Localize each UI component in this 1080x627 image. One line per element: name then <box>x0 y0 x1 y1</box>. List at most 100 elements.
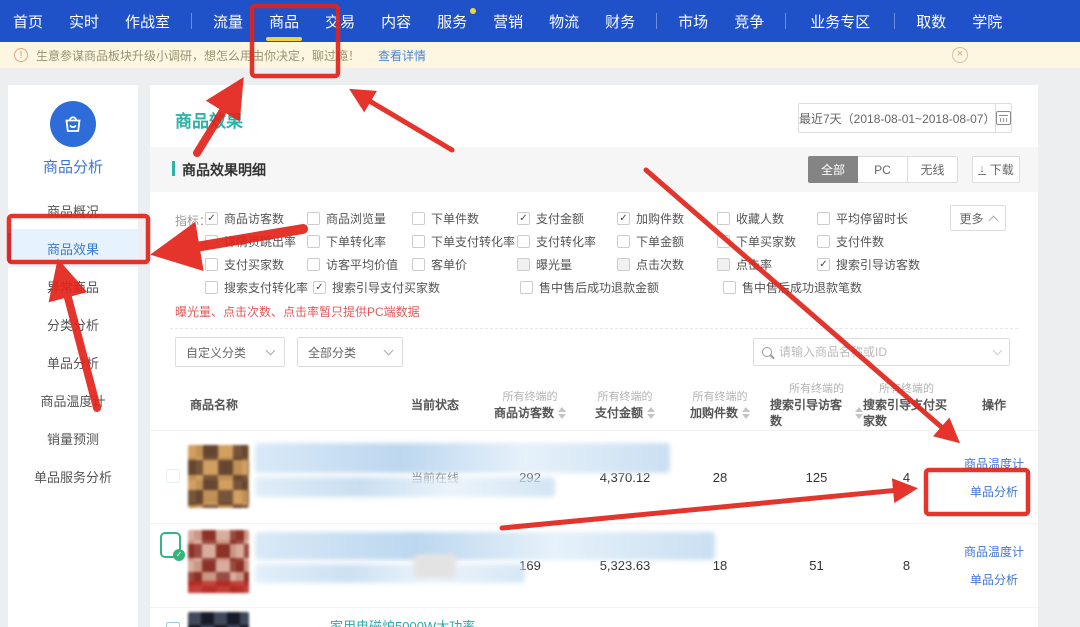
col-search-visitors-sortable[interactable]: 所有终端的 搜索引导访客数 <box>770 381 863 429</box>
tab-wireless[interactable]: 无线 <box>908 156 958 183</box>
nav-item-trade[interactable]: 交易 <box>312 0 368 42</box>
metric-checkbox-item[interactable]: 下单买家数 <box>717 233 817 250</box>
nav-item-service[interactable]: 服务 <box>424 0 480 42</box>
metric-checkbox-item[interactable]: 曝光量 <box>517 256 617 273</box>
metric-checkbox-item[interactable]: 客单价 <box>412 256 517 273</box>
product-cell[interactable]: 家用电磁炉5000W大功率 <box>150 608 1038 627</box>
thermometer-link[interactable]: 商品温度计 <box>964 455 1024 472</box>
all-category-dropdown[interactable]: 全部分类 <box>297 337 403 367</box>
nav-item-product[interactable]: 商品 <box>256 0 312 42</box>
checkbox-checked[interactable] <box>817 258 830 271</box>
single-product-analysis-link[interactable]: 单品分析 <box>970 571 1018 588</box>
checkbox[interactable] <box>205 281 218 294</box>
checkbox[interactable] <box>517 235 530 248</box>
row-checkbox[interactable] <box>166 469 180 483</box>
metric-checkbox-item[interactable]: 下单支付转化率 <box>412 233 517 250</box>
sidebar-item-category-analysis[interactable]: 分类分析 <box>8 305 138 343</box>
checkbox[interactable] <box>412 258 425 271</box>
single-product-analysis-link[interactable]: 单品分析 <box>970 483 1018 500</box>
nav-item-market[interactable]: 市场 <box>665 0 721 42</box>
nav-item-data-fetch[interactable]: 取数 <box>903 0 959 42</box>
checkbox-checked[interactable] <box>517 212 530 225</box>
custom-category-dropdown[interactable]: 自定义分类 <box>175 337 285 367</box>
checkbox-checked[interactable] <box>205 212 218 225</box>
checkbox[interactable] <box>520 281 533 294</box>
nav-item-home[interactable]: 首页 <box>0 0 56 42</box>
metric-checkbox-item[interactable]: 支付件数 <box>817 233 967 250</box>
col-search-pay-buyers-sortable[interactable]: 所有终端的 搜索引导支付买家数 <box>863 381 950 429</box>
metric-checkbox-item[interactable]: 加购件数 <box>617 210 717 227</box>
thermometer-link[interactable]: 商品温度计 <box>964 543 1024 560</box>
metric-checkbox-item[interactable]: 点击次数 <box>617 256 717 273</box>
sidebar-item-product-thermometer[interactable]: 商品温度计 <box>8 381 138 419</box>
metric-checkbox-item[interactable]: 下单金额 <box>617 233 717 250</box>
checkbox[interactable] <box>412 235 425 248</box>
sort-icon[interactable] <box>742 407 750 419</box>
checkbox[interactable] <box>412 212 425 225</box>
notice-detail-link[interactable]: 查看详情 <box>378 47 426 64</box>
sidebar-item-single-product-analysis[interactable]: 单品分析 <box>8 343 138 381</box>
sort-icon[interactable] <box>855 407 863 419</box>
metric-checkbox-item[interactable]: 收藏人数 <box>717 210 817 227</box>
sidebar-item-abnormal-products[interactable]: 异常商品 <box>8 267 138 305</box>
product-cell[interactable] <box>150 524 390 607</box>
col-visitors-sortable[interactable]: 所有终端的 商品访客数 <box>480 389 580 421</box>
sidebar-item-product-effect[interactable]: 商品效果 <box>8 229 138 267</box>
col-cart-items-sortable[interactable]: 所有终端的 加购件数 <box>670 389 770 421</box>
checkbox[interactable] <box>307 258 320 271</box>
metric-checkbox-item[interactable]: 支付买家数 <box>205 256 307 273</box>
nav-item-logistics[interactable]: 物流 <box>536 0 592 42</box>
metric-checkbox-item[interactable]: 搜索引导访客数 <box>817 256 967 273</box>
checkbox[interactable] <box>817 212 830 225</box>
metric-checkbox-item[interactable]: 搜索支付转化率 <box>205 279 313 296</box>
checkbox[interactable] <box>205 258 218 271</box>
checkbox-checked[interactable] <box>313 281 326 294</box>
metric-checkbox-item[interactable]: 详情页跳出率 <box>205 233 307 250</box>
checkbox[interactable] <box>717 235 730 248</box>
sidebar-item-product-overview[interactable]: 商品概况 <box>8 191 138 229</box>
metric-checkbox-item[interactable]: 支付转化率 <box>517 233 617 250</box>
nav-item-realtime[interactable]: 实时 <box>56 0 112 42</box>
product-cell[interactable] <box>150 431 390 523</box>
metric-checkbox-item[interactable]: 下单件数 <box>412 210 517 227</box>
checkbox[interactable] <box>723 281 736 294</box>
product-search-box[interactable] <box>753 338 1010 366</box>
checkbox-checked[interactable] <box>617 212 630 225</box>
search-input[interactable] <box>779 345 994 359</box>
nav-item-warroom[interactable]: 作战室 <box>112 0 183 42</box>
nav-item-marketing[interactable]: 营销 <box>480 0 536 42</box>
close-icon[interactable]: × <box>952 47 968 63</box>
nav-item-content[interactable]: 内容 <box>368 0 424 42</box>
metric-checkbox-item[interactable]: 售中售后成功退款金额 <box>520 279 723 296</box>
checkbox[interactable] <box>717 212 730 225</box>
checkbox[interactable] <box>307 235 320 248</box>
checkbox[interactable] <box>617 235 630 248</box>
more-metrics-button[interactable]: 更多 <box>950 205 1006 231</box>
metric-checkbox-item[interactable]: 商品访客数 <box>205 210 307 227</box>
metric-checkbox-item[interactable]: 访客平均价值 <box>307 256 412 273</box>
metric-checkbox-item[interactable]: 支付金额 <box>517 210 617 227</box>
checkbox[interactable] <box>307 212 320 225</box>
tab-all[interactable]: 全部 <box>808 156 858 183</box>
sidebar-item-single-product-service[interactable]: 单品服务分析 <box>8 457 138 495</box>
nav-item-academy[interactable]: 学院 <box>959 0 1015 42</box>
sidebar-item-sales-forecast[interactable]: 销量预测 <box>8 419 138 457</box>
metric-checkbox-item[interactable]: 搜索引导支付买家数 <box>313 279 520 296</box>
download-button[interactable]: ↓ 下载 <box>972 156 1020 183</box>
metric-checkbox-item[interactable]: 下单转化率 <box>307 233 412 250</box>
checkbox[interactable] <box>205 235 218 248</box>
metric-checkbox-item[interactable]: 平均停留时长 <box>817 210 967 227</box>
calendar-icon-box[interactable] <box>995 104 1011 132</box>
sort-icon[interactable] <box>647 407 655 419</box>
nav-item-traffic[interactable]: 流量 <box>200 0 256 42</box>
date-range-picker[interactable]: 最近7天（2018-08-01~2018-08-07） <box>798 103 1012 133</box>
product-title-fragment[interactable]: 家用电磁炉5000W大功率 <box>330 616 475 627</box>
col-pay-amount-sortable[interactable]: 所有终端的 支付金额 <box>580 389 670 421</box>
metric-checkbox-item[interactable]: 售中售后成功退款笔数 <box>723 279 923 296</box>
nav-item-competition[interactable]: 竞争 <box>721 0 777 42</box>
metric-checkbox-item[interactable]: 商品浏览量 <box>307 210 412 227</box>
nav-item-finance[interactable]: 财务 <box>592 0 648 42</box>
nav-item-business-zone[interactable]: 业务专区 <box>794 0 886 42</box>
sort-icon[interactable] <box>558 407 566 419</box>
checkbox[interactable] <box>817 235 830 248</box>
